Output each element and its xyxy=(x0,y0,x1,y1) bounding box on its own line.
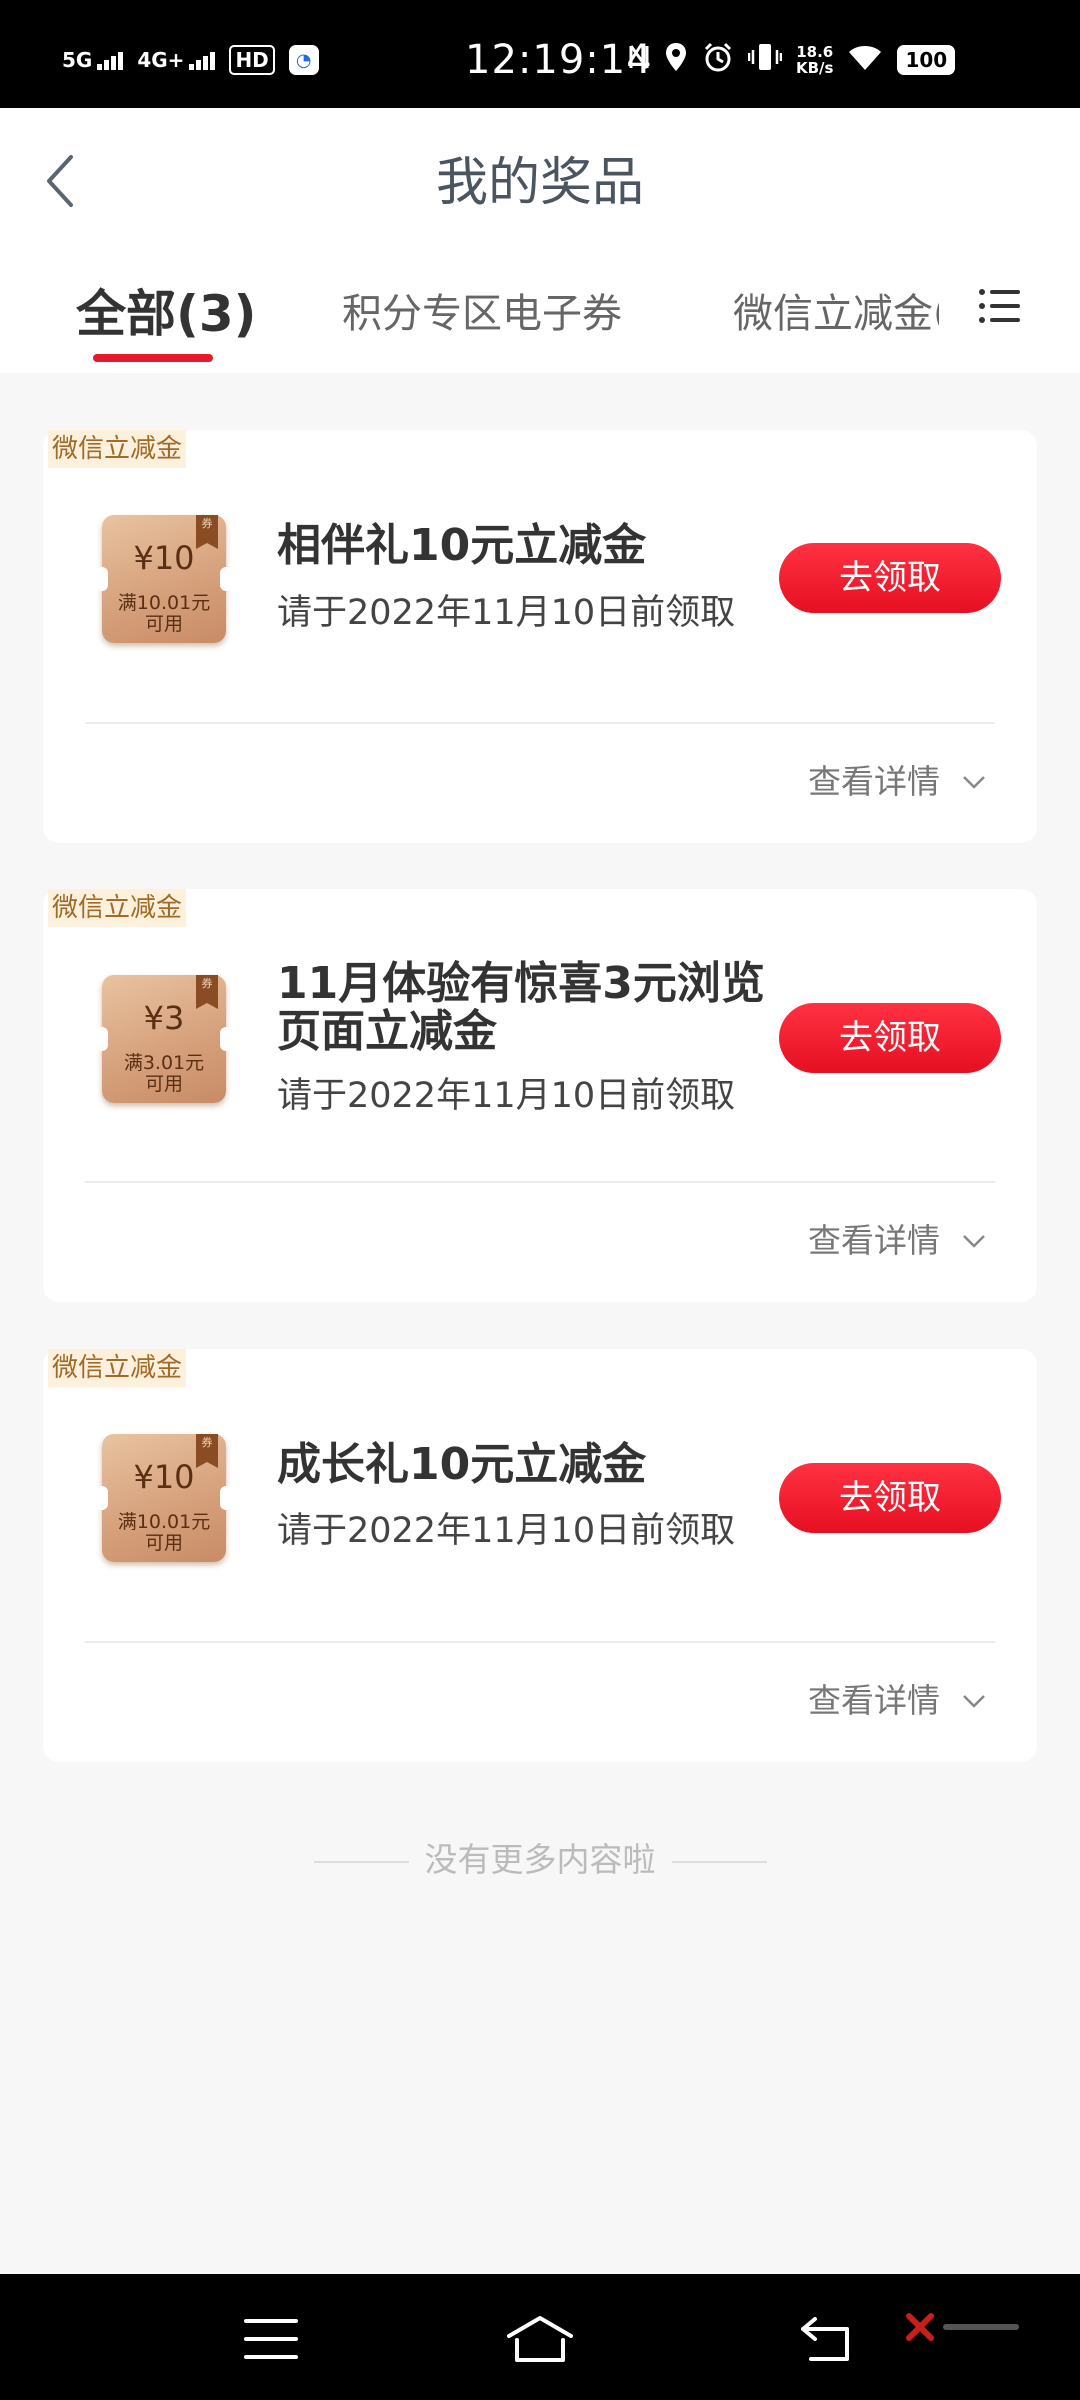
coupon-amount: ¥3 xyxy=(143,999,185,1037)
coupon-amount: ¥10 xyxy=(133,1458,195,1496)
speed-unit: KB/s xyxy=(796,59,834,77)
status-left: 5G 4G+ HD ◔ xyxy=(62,40,319,80)
network-type-1: 5G xyxy=(62,48,93,72)
claim-button[interactable]: 去领取 xyxy=(779,543,1001,613)
coupon-condition-line2: 可用 xyxy=(144,1073,183,1095)
nav-home-button[interactable] xyxy=(505,2304,575,2374)
coupon-condition-line2: 可用 xyxy=(144,1532,183,1554)
prize-deadline: 请于2022年11月10日前领取 xyxy=(277,1511,736,1551)
coupon-amount: ¥10 xyxy=(133,539,195,577)
nfc-icon xyxy=(628,42,650,79)
app-notification-icon: ◔ xyxy=(288,45,319,75)
chevron-down-icon xyxy=(963,1695,985,1708)
prize-card: 微信立减金 券 ¥10 满10.01元 可用 相伴礼10元立减金 请于2022年… xyxy=(43,430,1037,843)
status-right: 18.6 KB/s 100 xyxy=(628,38,956,82)
coupon-condition-line2: 可用 xyxy=(144,613,183,635)
coupon-condition-line1: 满10.01元 xyxy=(117,592,211,614)
watermark-logo xyxy=(905,2312,1019,2342)
view-details-button[interactable]: 查看详情 xyxy=(808,1216,986,1266)
prize-card: 微信立减金 券 ¥3 满3.01元 可用 11月体验有惊喜3元浏览页面立减金 请… xyxy=(43,889,1037,1302)
tab-bar: 全部(3) 积分专区电子券 微信立减金( xyxy=(0,256,1080,366)
divider xyxy=(85,1181,995,1183)
coupon-condition: 满10.01元 可用 xyxy=(102,1512,226,1554)
chevron-down-icon xyxy=(963,776,985,789)
tab-points-coupons[interactable]: 积分专区电子券 xyxy=(342,256,622,372)
prize-title: 11月体验有惊喜3元浏览页面立减金 xyxy=(277,958,765,1057)
prize-type-tag: 微信立减金 xyxy=(48,1349,187,1387)
divider-right xyxy=(671,1860,767,1863)
prize-deadline: 请于2022年11月10日前领取 xyxy=(277,1076,736,1116)
divider xyxy=(85,722,995,724)
coupon-thumbnail: 券 ¥3 满3.01元 可用 xyxy=(96,975,232,1103)
brand-logo-icon xyxy=(906,2313,934,2341)
alarm-icon xyxy=(702,41,734,80)
home-icon xyxy=(507,2316,573,2362)
brand-wordmark-icon xyxy=(943,2324,1019,2330)
coupon-condition: 满10.01元 可用 xyxy=(102,593,226,635)
chevron-down-icon xyxy=(963,1235,985,1248)
location-icon xyxy=(664,41,688,80)
view-details-label: 查看详情 xyxy=(808,762,940,801)
wifi-icon xyxy=(847,42,883,79)
active-tab-indicator xyxy=(93,354,213,362)
coupon-condition-line1: 满3.01元 xyxy=(123,1052,205,1074)
divider-left xyxy=(313,1860,409,1863)
tab-wechat-discount[interactable]: 微信立减金( xyxy=(733,256,939,372)
view-details-button[interactable]: 查看详情 xyxy=(808,1676,986,1726)
tab-menu-button[interactable] xyxy=(978,284,1038,344)
nav-menu-button[interactable] xyxy=(236,2304,306,2374)
coupon-condition: 满3.01元 可用 xyxy=(102,1053,226,1095)
coupon-thumbnail: 券 ¥10 满10.01元 可用 xyxy=(96,515,232,643)
cell-signal-1-icon: 5G xyxy=(62,48,124,72)
page-title: 我的奖品 xyxy=(435,153,644,213)
view-details-label: 查看详情 xyxy=(808,1681,940,1720)
battery-icon: 100 xyxy=(897,45,956,75)
prize-type-tag: 微信立减金 xyxy=(48,430,187,468)
network-speed: 18.6 KB/s xyxy=(796,44,833,76)
prize-card: 微信立减金 券 ¥10 满10.01元 可用 成长礼10元立减金 请于2022年… xyxy=(43,1349,1037,1762)
prize-title: 成长礼10元立减金 xyxy=(277,1439,647,1490)
no-more-text: 没有更多内容啦 xyxy=(424,1840,656,1879)
header: 我的奖品 全部(3) 积分专区电子券 微信立减金( xyxy=(0,108,1080,373)
status-time: 12:19:14 xyxy=(465,37,653,83)
cell-signal-2-icon: 4G+ xyxy=(137,48,216,72)
claim-button[interactable]: 去领取 xyxy=(779,1463,1001,1533)
vibrate-icon xyxy=(747,41,783,80)
view-details-button[interactable]: 查看详情 xyxy=(808,757,986,807)
system-nav-bar xyxy=(0,2274,1080,2400)
end-of-list: 没有更多内容啦 xyxy=(0,1830,1080,1890)
back-arrow-icon xyxy=(801,2317,849,2361)
prize-type-tag: 微信立减金 xyxy=(48,889,187,927)
status-bar: 5G 4G+ HD ◔ 12:19:14 18.6 KB/s 100 xyxy=(0,0,1080,108)
hd-voice-icon: HD xyxy=(229,45,275,75)
menu-icon xyxy=(244,2319,298,2359)
divider xyxy=(85,1641,995,1643)
network-type-2: 4G+ xyxy=(137,48,185,72)
nav-back-button[interactable] xyxy=(790,2304,860,2374)
claim-button[interactable]: 去领取 xyxy=(779,1003,1001,1073)
coupon-condition-line1: 满10.01元 xyxy=(117,1511,211,1533)
list-menu-icon xyxy=(979,289,1020,323)
coupon-thumbnail: 券 ¥10 满10.01元 可用 xyxy=(96,1434,232,1562)
view-details-label: 查看详情 xyxy=(808,1221,940,1260)
prize-deadline: 请于2022年11月10日前领取 xyxy=(277,593,736,633)
prize-title: 相伴礼10元立减金 xyxy=(277,520,647,571)
